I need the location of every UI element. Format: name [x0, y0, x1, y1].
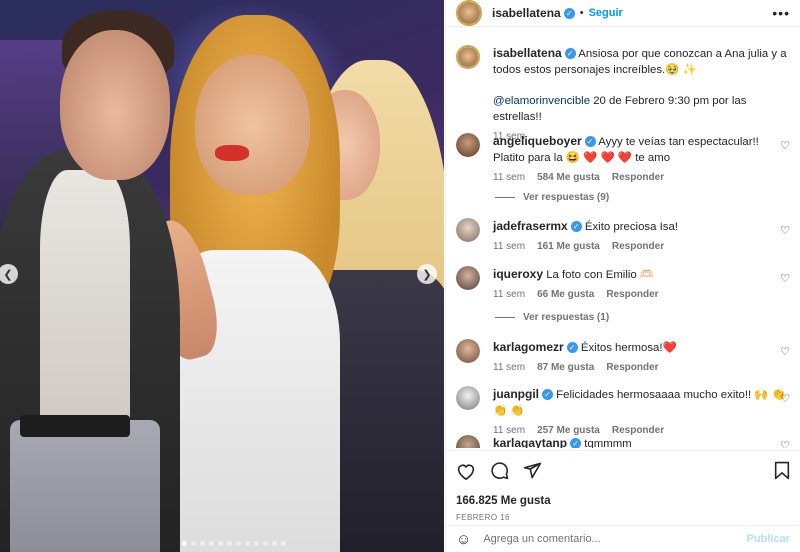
add-comment-bar: ☺ Publicar: [446, 525, 800, 552]
reply-button[interactable]: Responder: [612, 241, 664, 252]
commenter-avatar[interactable]: [456, 218, 480, 242]
commenter-avatar[interactable]: [456, 435, 480, 448]
view-replies-label: Ver respuestas (1): [523, 312, 610, 323]
view-replies-button[interactable]: Ver respuestas (9): [495, 192, 609, 203]
comment-time: 11 sem: [493, 241, 526, 252]
verified-badge-icon: ✓: [542, 389, 553, 401]
photo-person-left-face: [60, 30, 170, 180]
share-icon[interactable]: [523, 461, 542, 483]
heart-icon[interactable]: [456, 462, 476, 483]
comment-item: juanpgil ✓ Felicidades hermosaaaa mucho e…: [456, 386, 792, 436]
comment-likes[interactable]: 584 Me gusta: [537, 172, 600, 183]
carousel-dot: [191, 541, 196, 546]
comment-text: Éxito preciosa Isa!: [584, 221, 678, 233]
comment-text: La foto con Emilio 🫶🏻: [546, 269, 655, 281]
carousel-dot: [254, 541, 259, 546]
replies-line: [495, 197, 515, 198]
replies-line: [495, 317, 515, 318]
caption: isabellatena ✓ Ansiosa por que conozcan a…: [456, 45, 792, 142]
verified-badge-icon: ✓: [563, 7, 575, 19]
verified-badge-icon: ✓: [584, 136, 596, 148]
author-avatar[interactable]: [456, 0, 482, 26]
photo-person-left-shirt: [40, 170, 130, 430]
comment-item: angeliqueboyer ✓ Ayyy te veías tan espect…: [456, 133, 792, 183]
photo-person-center-lips: [215, 145, 249, 161]
carousel-dot: [263, 541, 268, 546]
post-actions: 166.825 Me gusta FEBRERO 16: [446, 450, 800, 525]
photo-person-left-belt: [20, 415, 130, 437]
commenter-username[interactable]: jadefrasermx: [493, 219, 568, 233]
reply-button[interactable]: Responder: [606, 289, 658, 300]
comment-like-heart-icon[interactable]: ♡: [780, 345, 790, 358]
verified-badge-icon: ✓: [566, 342, 578, 354]
post-date: FEBRERO 16: [456, 513, 510, 522]
save-icon[interactable]: [774, 461, 790, 483]
photo-person-left-pants: [10, 420, 160, 552]
more-options-icon[interactable]: •••: [772, 5, 790, 21]
carousel-dot: [218, 541, 223, 546]
verified-badge-icon: ✓: [570, 438, 582, 448]
author-username[interactable]: isabellatena: [492, 6, 561, 20]
publish-button[interactable]: Publicar: [747, 533, 790, 545]
chevron-right-icon: ❯: [422, 268, 432, 281]
view-replies-button[interactable]: Ver respuestas (1): [495, 312, 609, 323]
comment-item: iqueroxy La foto con Emilio 🫶🏻 11 sem 66…: [456, 266, 792, 300]
chevron-left-icon: ❮: [3, 268, 13, 281]
carousel-dot: [245, 541, 250, 546]
comment-time: 11 sem: [493, 172, 526, 183]
post-side-panel: isabellatena ✓ • Seguir ••• isabellatena…: [445, 0, 800, 552]
comment-likes[interactable]: 161 Me gusta: [537, 241, 600, 252]
comment-item: karlagomezr ✓ Éxitos hermosa!❤️ 11 sem 87…: [456, 339, 792, 373]
comment-text: tqmmmm: [584, 438, 632, 448]
commenter-username[interactable]: karlagaytanp: [493, 436, 567, 448]
comment-item: karlagaytanp ✓ tqmmmm ♡: [456, 435, 792, 448]
comment-like-heart-icon[interactable]: ♡: [780, 139, 790, 152]
commenter-avatar[interactable]: [456, 339, 480, 363]
commenter-username[interactable]: iqueroxy: [493, 267, 543, 281]
post-media[interactable]: ❮ ❯: [0, 0, 444, 552]
carousel-dot: [182, 541, 187, 546]
commenter-username[interactable]: karlagomezr: [493, 340, 564, 354]
comment-likes[interactable]: 87 Me gusta: [537, 362, 594, 373]
comment-like-heart-icon[interactable]: ♡: [780, 224, 790, 237]
view-replies-label: Ver respuestas (9): [523, 192, 610, 203]
comment-like-heart-icon[interactable]: ♡: [780, 392, 790, 405]
carousel-dot: [200, 541, 205, 546]
commenter-avatar[interactable]: [456, 266, 480, 290]
verified-badge-icon: ✓: [570, 221, 582, 233]
comment-likes[interactable]: 66 Me gusta: [537, 289, 594, 300]
carousel-dot: [227, 541, 232, 546]
comment-like-heart-icon[interactable]: ♡: [780, 439, 790, 448]
reply-button[interactable]: Responder: [606, 362, 658, 373]
caption-username[interactable]: isabellatena: [493, 46, 562, 60]
post-header: isabellatena ✓ • Seguir •••: [446, 0, 800, 27]
commenter-username[interactable]: angeliqueboyer: [493, 134, 582, 148]
verified-badge-icon: ✓: [564, 48, 576, 60]
commenter-avatar[interactable]: [456, 386, 480, 410]
likes-count[interactable]: 166.825 Me gusta: [456, 495, 790, 507]
commenter-avatar[interactable]: [456, 133, 480, 157]
comment-input[interactable]: [483, 533, 747, 545]
comment-text: Éxitos hermosa!❤️: [580, 342, 677, 354]
separator-dot: •: [579, 7, 584, 19]
photo-person-center-face: [195, 55, 310, 195]
comment-icon[interactable]: [490, 461, 509, 483]
follow-button[interactable]: Seguir: [589, 7, 623, 19]
comment-time: 11 sem: [493, 289, 526, 300]
reply-button[interactable]: Responder: [612, 172, 664, 183]
carousel-indicator: [182, 541, 286, 546]
caption-mention-link[interactable]: @elamorinvencible: [493, 95, 590, 107]
comment-like-heart-icon[interactable]: ♡: [780, 272, 790, 285]
comments-list[interactable]: isabellatena ✓ Ansiosa por que conozcan a…: [446, 36, 800, 448]
carousel-dot: [272, 541, 277, 546]
carousel-dot: [236, 541, 241, 546]
comment-time: 11 sem: [493, 362, 526, 373]
emoji-icon[interactable]: ☺: [456, 531, 471, 548]
carousel-dot: [281, 541, 286, 546]
carousel-next-button[interactable]: ❯: [417, 264, 437, 284]
comment-item: jadefrasermx ✓ Éxito preciosa Isa! 11 sem…: [456, 218, 792, 252]
commenter-username[interactable]: juanpgil: [493, 387, 539, 401]
author-avatar[interactable]: [456, 45, 480, 69]
carousel-dot: [209, 541, 214, 546]
